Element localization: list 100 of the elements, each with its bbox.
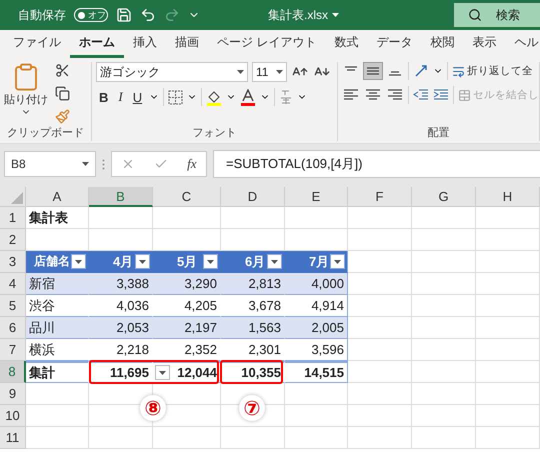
format-painter-icon[interactable] (55, 109, 70, 124)
table-cell (26, 383, 89, 405)
underline-button[interactable]: U (130, 90, 146, 104)
table-cell: 3,388 (89, 273, 153, 295)
corner-triangle-icon (11, 192, 23, 204)
drag-handle-icon[interactable] (102, 158, 105, 170)
decrease-indent-icon[interactable] (413, 88, 429, 102)
table-cell: 2,005 (285, 317, 348, 339)
autosave-toggle[interactable]: オフ (74, 8, 108, 22)
row-header[interactable]: 8 (0, 361, 26, 383)
row-header[interactable]: 11 (0, 427, 26, 449)
filter-button[interactable] (203, 254, 218, 269)
table-cell: 3,290 (153, 273, 221, 295)
table-cell (26, 427, 89, 449)
wrap-text-button[interactable]: 折り返して全 (452, 64, 533, 78)
column-title: 6月 (244, 252, 266, 270)
ribbon-tab[interactable]: ヘル (505, 34, 540, 58)
ribbon-tab[interactable]: 挿入 (124, 34, 166, 58)
fill-color-icon[interactable] (206, 88, 222, 106)
caret-icon[interactable] (276, 70, 283, 74)
ribbon-tab[interactable]: ページ レイアウト (208, 34, 326, 58)
row-header[interactable]: 3 (0, 251, 26, 273)
column-header[interactable]: D (221, 187, 285, 207)
table-cell: 2,053 (89, 317, 153, 339)
font-size-field[interactable]: 11 (252, 62, 287, 82)
ribbon-tab[interactable]: 数式 (325, 34, 368, 58)
group-label: フォント (192, 126, 238, 141)
align-center-icon[interactable] (365, 88, 381, 102)
caret-icon (334, 260, 341, 264)
table-cell (412, 229, 476, 251)
filter-button[interactable] (267, 254, 282, 269)
row-header[interactable]: 6 (0, 317, 26, 339)
table-cell: 3,596 (285, 339, 348, 361)
table-cell (476, 317, 540, 339)
row-header[interactable]: 9 (0, 383, 26, 405)
column-header[interactable]: B (89, 187, 153, 207)
column-header[interactable]: C (153, 187, 221, 207)
align-right-icon[interactable] (387, 88, 403, 102)
table-cell (348, 405, 412, 427)
row-header[interactable]: 1 (0, 207, 26, 229)
caret-icon (139, 260, 146, 264)
save-icon[interactable] (116, 7, 132, 23)
column-header[interactable]: G (412, 187, 476, 207)
column-title: 店舗名 (33, 253, 70, 270)
italic-button[interactable]: I (115, 89, 126, 105)
table-cell: 4,914 (285, 295, 348, 317)
row-header[interactable]: 2 (0, 229, 26, 251)
column-title: 4月 (112, 252, 134, 270)
row-header[interactable]: 5 (0, 295, 26, 317)
table-cell (476, 295, 540, 317)
cut-icon[interactable] (55, 63, 70, 78)
orientation-icon[interactable] (413, 63, 429, 79)
caret-icon[interactable] (237, 70, 244, 74)
column-header[interactable]: A (26, 187, 89, 207)
column-header[interactable]: F (348, 187, 412, 207)
copy-icon[interactable] (55, 86, 70, 101)
table-cell (412, 383, 476, 405)
table-cell (285, 427, 348, 449)
bold-button[interactable]: B (96, 90, 112, 104)
formula-field[interactable]: =SUBTOTAL(109,[4月]) (213, 150, 540, 178)
table-cell: 集計表 (26, 207, 89, 229)
undo-icon[interactable] (140, 7, 156, 23)
name-box[interactable]: B8 (4, 151, 96, 177)
group-label: クリップボード (6, 126, 85, 141)
paste-button[interactable]: 貼り付け (4, 62, 48, 125)
font-color-icon[interactable] (240, 88, 256, 106)
filter-button[interactable] (71, 254, 86, 269)
ribbon-tab[interactable]: データ (367, 34, 422, 58)
borders-icon[interactable] (168, 90, 184, 104)
ribbon-tab[interactable]: ホーム (70, 34, 124, 58)
ribbon-tab[interactable]: 表示 (463, 34, 506, 58)
dropdown-button[interactable] (155, 365, 170, 380)
insert-function-button[interactable]: fx (187, 156, 197, 172)
table-cell (348, 295, 412, 317)
table-cell (89, 207, 153, 229)
table-cell (221, 207, 285, 229)
align-left-icon[interactable] (343, 88, 359, 102)
table-cell (153, 427, 221, 449)
table-cell (476, 383, 540, 405)
caret-icon (207, 260, 214, 264)
column-header[interactable]: E (285, 187, 348, 207)
ribbon-tab[interactable]: 校閲 (421, 34, 464, 58)
search-field[interactable]: 検索 (454, 3, 540, 27)
filter-button[interactable] (135, 254, 150, 269)
callout-number: ⑧ (140, 395, 166, 421)
table-cell: 4,000 (285, 273, 348, 295)
ribbon-tab[interactable]: 描画 (166, 34, 208, 58)
column-title: 5月 (176, 252, 198, 270)
font-name-field[interactable]: 游ゴシック (96, 62, 248, 82)
column-header[interactable]: H (476, 187, 540, 207)
ribbon-tab[interactable]: ファイル (4, 34, 70, 58)
table-cell (476, 405, 540, 427)
increase-indent-icon[interactable] (433, 88, 449, 102)
row-header[interactable]: 7 (0, 339, 26, 361)
file-name[interactable]: 集計表.xlsx (268, 6, 339, 24)
row-header[interactable]: 10 (0, 405, 26, 427)
caret-icon[interactable] (82, 162, 89, 166)
row-header[interactable]: 4 (0, 273, 26, 295)
filter-button[interactable] (330, 254, 345, 269)
merge-icon (458, 88, 471, 102)
